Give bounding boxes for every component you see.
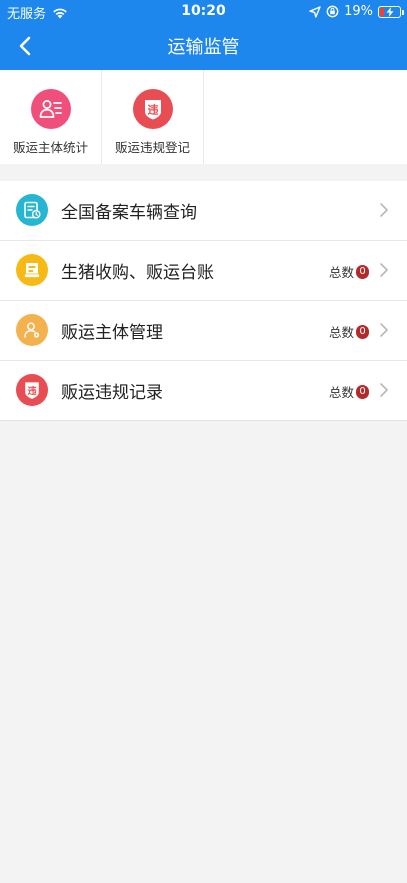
orientation-lock-icon	[326, 5, 339, 18]
ledger-icon	[16, 254, 48, 286]
app-header: 无服务 10:20 19% 运输监管	[0, 0, 407, 70]
vehicle-record-icon	[16, 194, 48, 226]
count-badge: 0	[356, 324, 369, 339]
menu-item-label: 生猪收购、贩运台账	[61, 263, 214, 283]
menu-item-subject-management[interactable]: 贩运主体管理 总数 0	[0, 301, 407, 361]
total-count-label: 总数	[328, 385, 354, 400]
count-badge: 0	[356, 264, 369, 279]
menu-item-violation-records[interactable]: 违 贩运违规记录 总数 0	[0, 361, 407, 421]
quick-actions-grid: 贩运主体统计 违 贩运违规登记	[0, 70, 407, 164]
violation-glyph: 违	[27, 385, 37, 397]
battery-percent: 19%	[344, 4, 373, 19]
chevron-right-icon	[380, 203, 388, 217]
total-count-label: 总数	[328, 325, 354, 340]
quick-action-subject-statistics[interactable]: 贩运主体统计	[0, 70, 102, 164]
person-settings-icon	[16, 314, 48, 346]
quick-action-label: 贩运违规登记	[114, 140, 190, 155]
charging-bolt-icon	[386, 6, 393, 17]
page-title: 运输监管	[167, 37, 240, 58]
location-arrow-icon	[309, 5, 321, 18]
chevron-right-icon	[380, 383, 388, 397]
status-bar: 无服务 10:20 19%	[0, 0, 407, 24]
menu-item-vehicle-query[interactable]: 全国备案车辆查询	[0, 181, 407, 241]
chevron-right-icon	[380, 263, 388, 277]
person-list-icon	[30, 89, 71, 129]
menu-item-label: 贩运违规记录	[61, 383, 163, 403]
menu-item-hog-ledger[interactable]: 生猪收购、贩运台账 总数 0	[0, 241, 407, 301]
navigation-bar: 运输监管	[0, 24, 407, 70]
battery-icon	[378, 5, 404, 18]
count-badge: 0	[356, 384, 369, 399]
total-count-label: 总数	[328, 265, 354, 280]
total-count: 总数 0	[329, 382, 369, 401]
chevron-right-icon	[380, 323, 388, 337]
violation-shield-icon: 违	[132, 89, 173, 129]
quick-action-label: 贩运主体统计	[12, 140, 88, 155]
menu-item-label: 贩运主体管理	[61, 323, 163, 343]
violation-shield-icon: 违	[16, 374, 48, 406]
menu-list: 全国备案车辆查询 生猪收购、贩运台账 总数 0 贩运主体管理 总数 0 违 贩运…	[0, 181, 407, 421]
battery-fill	[380, 7, 384, 16]
total-count: 总数 0	[329, 262, 369, 281]
violation-glyph: 违	[147, 103, 158, 117]
quick-action-violation-register[interactable]: 违 贩运违规登记	[102, 70, 204, 164]
menu-item-label: 全国备案车辆查询	[61, 203, 197, 223]
total-count: 总数 0	[329, 322, 369, 341]
